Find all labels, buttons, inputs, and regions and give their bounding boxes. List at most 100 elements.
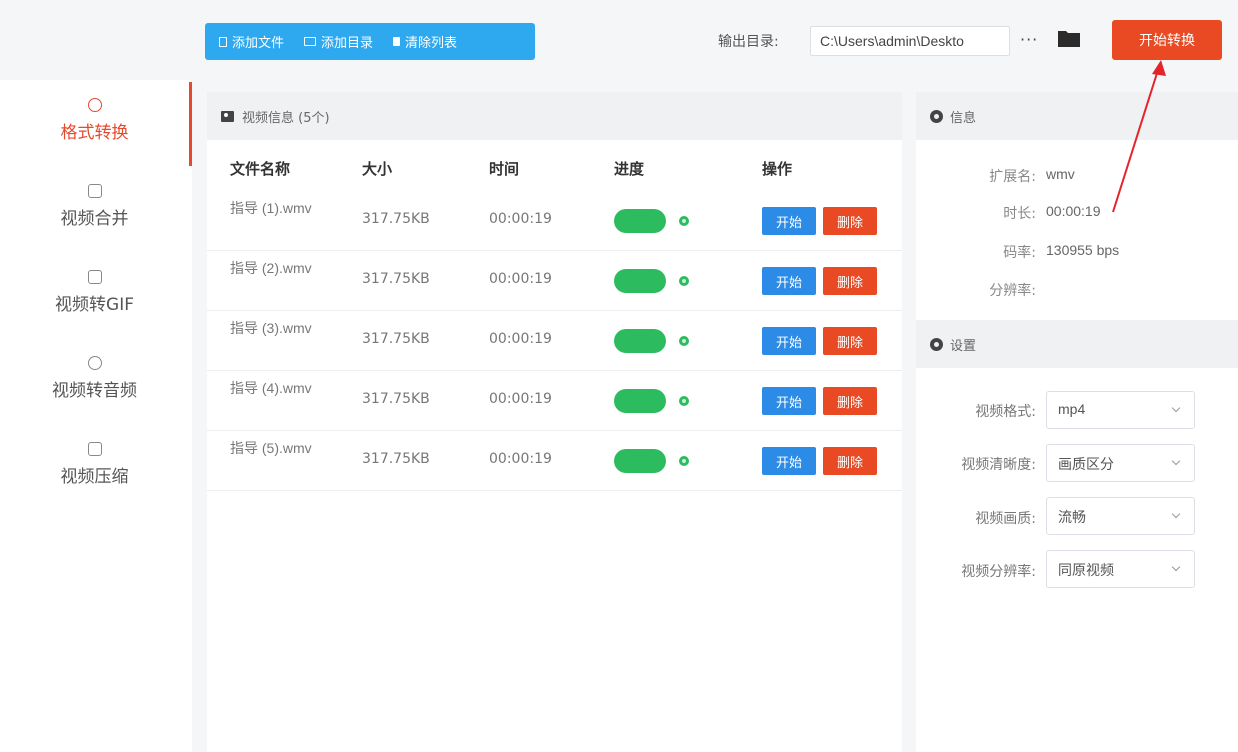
file-time-cell: 00:00:19 — [489, 331, 552, 347]
file-time-cell: 00:00:19 — [489, 391, 552, 407]
output-dir-label: 输出目录: — [718, 34, 779, 50]
table-row[interactable]: 指导 (4).wmv 317.75KB 00:00:19 开始 删除 — [207, 371, 902, 431]
row-start-button[interactable]: 开始 — [762, 207, 816, 235]
column-header-name: 文件名称 — [230, 160, 291, 178]
output-dir-input[interactable] — [810, 26, 1010, 56]
row-delete-button[interactable]: 删除 — [823, 267, 877, 295]
column-header-time: 时间 — [489, 160, 520, 178]
progress-complete-icon — [679, 456, 689, 466]
progress-complete-icon — [679, 216, 689, 226]
bitrate-value: 130955 bps — [1046, 242, 1120, 258]
file-name-cell: 指导 (5).wmv — [230, 440, 312, 456]
progress-bar — [614, 329, 666, 353]
row-delete-button[interactable]: 删除 — [823, 447, 877, 475]
duration-value: 00:00:19 — [1046, 203, 1101, 219]
add-file-label: 添加文件 — [232, 36, 285, 51]
row-delete-button[interactable]: 删除 — [823, 207, 877, 235]
clarity-select-value: 画质区分 — [1058, 456, 1114, 472]
quality-select[interactable]: 流畅 — [1046, 497, 1195, 535]
file-size-cell: 317.75KB — [362, 391, 430, 407]
sidebar-item-label: 视频转GIF — [55, 295, 134, 315]
sidebar-active-indicator — [189, 82, 192, 166]
file-size-cell: 317.75KB — [362, 211, 430, 227]
sidebar: 格式转换 视频合并 视频转GIF 视频转音频 视频压缩 — [0, 80, 192, 752]
bitrate-label: 码率: — [1003, 245, 1036, 261]
row-start-button[interactable]: 开始 — [762, 447, 816, 475]
file-name-cell: 指导 (2).wmv — [230, 260, 312, 276]
progress-bar — [614, 269, 666, 293]
clarity-label: 视频清晰度: — [961, 457, 1036, 473]
column-header-progress: 进度 — [614, 160, 645, 178]
sidebar-item-video-compress[interactable]: 视频压缩 — [0, 442, 189, 487]
progress-complete-icon — [679, 396, 689, 406]
file-icon — [219, 36, 227, 47]
file-time-cell: 00:00:19 — [489, 211, 552, 227]
open-folder-icon[interactable] — [1057, 28, 1081, 48]
swap-icon — [87, 98, 102, 112]
format-select-value: mp4 — [1058, 401, 1086, 417]
row-delete-button[interactable]: 删除 — [823, 327, 877, 355]
sidebar-item-label: 视频压缩 — [60, 467, 129, 487]
table-row[interactable]: 指导 (2).wmv 317.75KB 00:00:19 开始 删除 — [207, 251, 902, 311]
chevron-down-icon — [1171, 403, 1181, 413]
row-start-button[interactable]: 开始 — [762, 387, 816, 415]
settings-panel-header: 设置 — [916, 320, 1238, 368]
column-header-actions: 操作 — [762, 160, 793, 178]
add-file-button[interactable]: 添加文件 — [219, 32, 284, 51]
chevron-down-icon — [1171, 456, 1181, 466]
progress-complete-icon — [679, 276, 689, 286]
resolution-select[interactable]: 同原视频 — [1046, 550, 1195, 588]
clear-list-button[interactable]: 清除列表 — [393, 32, 457, 51]
start-convert-button[interactable]: 开始转换 — [1112, 20, 1222, 60]
chevron-down-icon — [1171, 562, 1181, 572]
sidebar-item-video-to-gif[interactable]: 视频转GIF — [0, 270, 189, 315]
sidebar-item-video-merge[interactable]: 视频合并 — [0, 184, 189, 229]
trash-icon — [393, 37, 401, 46]
progress-complete-icon — [679, 336, 689, 346]
column-header-size: 大小 — [362, 160, 393, 178]
clarity-select[interactable]: 画质区分 — [1046, 444, 1195, 482]
settings-panel-title: 设置 — [950, 338, 977, 354]
sidebar-item-label: 视频合并 — [60, 209, 129, 229]
progress-bar — [614, 449, 666, 473]
folder-icon — [304, 37, 317, 46]
gif-icon — [87, 270, 102, 284]
add-directory-button[interactable]: 添加目录 — [304, 32, 373, 51]
progress-bar — [614, 209, 666, 233]
image-icon — [221, 110, 234, 122]
more-options-button[interactable]: ··· — [1020, 30, 1038, 49]
table-row[interactable]: 指导 (3).wmv 317.75KB 00:00:19 开始 删除 — [207, 311, 902, 371]
table-row[interactable]: 指导 (5).wmv 317.75KB 00:00:19 开始 删除 — [207, 431, 902, 491]
duration-label: 时长: — [1003, 206, 1036, 222]
format-select[interactable]: mp4 — [1046, 391, 1195, 429]
file-size-cell: 317.75KB — [362, 271, 430, 287]
ext-label: 扩展名: — [989, 169, 1036, 185]
sidebar-item-video-to-audio[interactable]: 视频转音频 — [0, 356, 189, 401]
merge-icon — [87, 184, 102, 198]
resolution-select-value: 同原视频 — [1058, 562, 1114, 578]
resolution-setting-label: 视频分辨率: — [961, 564, 1036, 580]
toolbar-group: 添加文件 添加目录 清除列表 — [205, 23, 535, 60]
video-panel-header: 视频信息 (5个) — [207, 92, 902, 140]
info-panel-header: 信息 — [916, 92, 1238, 140]
file-name-cell: 指导 (3).wmv — [230, 320, 312, 336]
resolution-label: 分辨率: — [989, 283, 1036, 299]
info-panel-title: 信息 — [950, 110, 977, 126]
file-name-cell: 指导 (4).wmv — [230, 380, 312, 396]
file-time-cell: 00:00:19 — [489, 271, 552, 287]
audio-icon — [87, 356, 102, 370]
compress-icon — [87, 442, 102, 456]
row-start-button[interactable]: 开始 — [762, 327, 816, 355]
row-start-button[interactable]: 开始 — [762, 267, 816, 295]
file-size-cell: 317.75KB — [362, 451, 430, 467]
video-panel-title: 视频信息 (5个) — [242, 110, 330, 126]
format-label: 视频格式: — [975, 404, 1036, 420]
table-row[interactable]: 指导 (1).wmv 317.75KB 00:00:19 开始 删除 — [207, 191, 902, 251]
sidebar-item-label: 格式转换 — [60, 123, 129, 143]
chevron-down-icon — [1171, 509, 1181, 519]
file-time-cell: 00:00:19 — [489, 451, 552, 467]
quality-label: 视频画质: — [975, 511, 1036, 527]
row-delete-button[interactable]: 删除 — [823, 387, 877, 415]
gear-icon — [930, 337, 943, 351]
sidebar-item-format-convert[interactable]: 格式转换 — [0, 98, 189, 143]
